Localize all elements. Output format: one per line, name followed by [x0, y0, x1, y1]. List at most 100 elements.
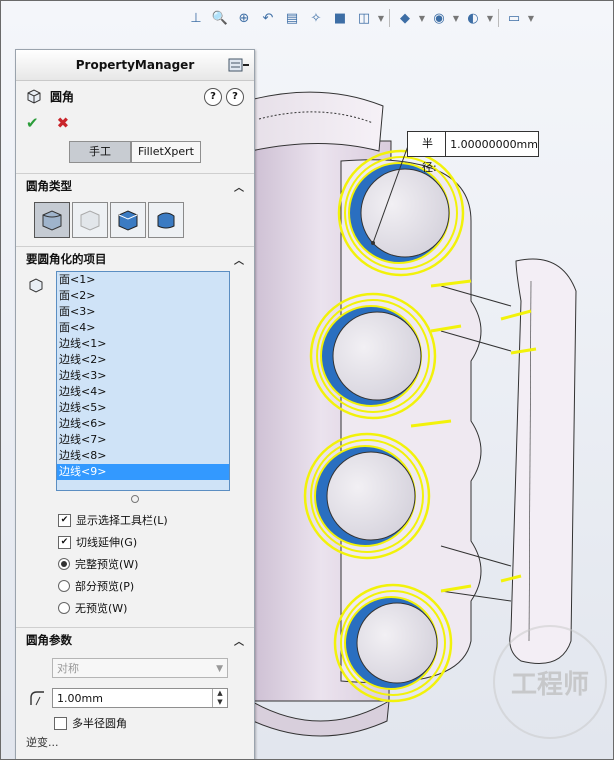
show-toolbar-option[interactable]: ✔ 显示选择工具栏(L) — [16, 509, 254, 531]
show-toolbar-label: 显示选择工具栏(L) — [76, 514, 168, 527]
chevron-down-icon[interactable]: ▼ — [216, 659, 223, 679]
finger-ring-1 — [337, 149, 465, 277]
items-header[interactable]: 要圆角化的项目 ︿ — [16, 247, 254, 271]
list-resize-handle[interactable] — [131, 495, 139, 503]
fillet-type-buttons — [16, 198, 254, 246]
list-item[interactable]: 面<3> — [57, 304, 229, 320]
mode-tabs: 手工 FilletXpert — [16, 141, 254, 163]
toolbar-separator — [498, 9, 499, 27]
dimension-label: 半径: — [408, 132, 447, 174]
multi-radius-option[interactable]: 多半径圆角 — [16, 712, 254, 734]
view-settings-icon[interactable]: ◐ — [462, 7, 484, 29]
list-item[interactable]: 边线<9> — [57, 464, 229, 480]
fillet-feature-icon — [27, 89, 41, 104]
radius-icon — [30, 691, 44, 706]
watermark-stamp: 工程师 — [493, 625, 607, 739]
list-item[interactable]: 边线<5> — [57, 400, 229, 416]
fillet-type-header[interactable]: 圆角类型 ︿ — [16, 174, 254, 198]
fillet-type-title: 圆角类型 — [26, 179, 72, 193]
items-listbox[interactable]: 面<1> 面<2> 面<3> 面<4> 边线<1> 边线<2> 边线<3> 边线<4> 边线<5… — [56, 271, 230, 491]
list-item[interactable]: 面<1> — [57, 272, 229, 288]
full-preview-option[interactable]: 完整预览(W) — [16, 553, 254, 575]
partial-preview-label: 部分预览(P) — [75, 580, 135, 593]
params-section: 圆角参数 ︿ 对称 ▼ 1.00mm ▲ ▼ 多半径圆角 逆变... — [16, 627, 254, 748]
zoom-area-icon[interactable]: ⊕ — [233, 7, 255, 29]
view-orientation-icon[interactable]: ⊥ — [185, 7, 207, 29]
show-toolbar-checkbox[interactable]: ✔ — [58, 513, 71, 527]
partial-preview-option[interactable]: 部分预览(P) — [16, 575, 254, 597]
chevron-down-icon[interactable]: ▼ — [486, 7, 494, 29]
mug-rim — [245, 91, 384, 152]
chevron-down-icon[interactable]: ▼ — [452, 7, 460, 29]
dynamic-annotation-icon[interactable]: ✧ — [305, 7, 327, 29]
face-fillet-button[interactable] — [110, 202, 146, 238]
radius-input[interactable]: 1.00mm ▲ ▼ — [52, 688, 228, 708]
chevron-down-icon[interactable]: ▼ — [418, 7, 426, 29]
grip-bar — [509, 258, 577, 664]
pm-title: PropertyManager — [75, 58, 195, 72]
list-item[interactable]: 边线<6> — [57, 416, 229, 432]
property-manager: PropertyManager 圆角 ? ? ✔ ✖ 手工 FilletXper… — [15, 49, 255, 759]
list-item[interactable]: 边线<1> — [57, 336, 229, 352]
radius-spinner[interactable]: ▲ ▼ — [212, 689, 227, 707]
chevron-up-icon[interactable]: ︿ — [234, 252, 244, 267]
mug-bottom — [250, 700, 390, 737]
no-preview-option[interactable]: 无预览(W) — [16, 597, 254, 619]
radius-row: 1.00mm ▲ ▼ — [16, 684, 254, 712]
help-icon[interactable]: ? — [226, 88, 244, 106]
params-header[interactable]: 圆角参数 ︿ — [16, 628, 254, 652]
full-preview-radio[interactable] — [58, 558, 70, 570]
dimension-value[interactable]: 1.00000000mm — [446, 138, 538, 151]
finger-ring-2 — [309, 292, 437, 420]
list-item[interactable]: 边线<3> — [57, 368, 229, 384]
graphics-area[interactable]: 半径: 1.00000000mm ⊥ 🔍 ⊕ ↶ ▤ ✧ ■ ◫ ▼ ◆ ▼ ◉… — [0, 0, 614, 760]
items-title: 要圆角化的项目 — [26, 252, 107, 266]
radius-value: 1.00mm — [57, 692, 103, 705]
params-title: 圆角参数 — [26, 633, 72, 647]
list-item[interactable]: 面<2> — [57, 288, 229, 304]
constant-radius-button[interactable] — [34, 202, 70, 238]
heads-up-toolbar: ⊥ 🔍 ⊕ ↶ ▤ ✧ ■ ◫ ▼ ◆ ▼ ◉ ▼ ◐ ▼ ▭ ▼ — [185, 5, 535, 31]
partial-preview-radio[interactable] — [58, 580, 70, 592]
whats-new-icon[interactable]: ? — [204, 88, 222, 106]
hide-show-icon[interactable]: ◫ — [353, 7, 375, 29]
zoom-to-fit-icon[interactable]: 🔍 — [209, 7, 231, 29]
apply-scene-icon[interactable]: ◉ — [428, 7, 450, 29]
ok-button[interactable]: ✔ — [26, 114, 39, 132]
chevron-up-icon[interactable]: ︿ — [234, 633, 244, 648]
chevron-up-icon[interactable]: ︿ — [234, 179, 244, 194]
list-item[interactable]: 边线<7> — [57, 432, 229, 448]
list-item[interactable]: 面<4> — [57, 320, 229, 336]
toolbar-separator — [389, 9, 390, 27]
tab-filletxpert[interactable]: FilletXpert — [131, 141, 201, 163]
section-view-icon[interactable]: ▤ — [281, 7, 303, 29]
list-item[interactable]: 边线<2> — [57, 352, 229, 368]
multi-radius-label: 多半径圆角 — [72, 717, 127, 730]
feature-header: 圆角 ? ? — [16, 81, 254, 111]
finger-ring-3 — [303, 432, 431, 560]
radius-dimension-box[interactable]: 半径: 1.00000000mm — [407, 131, 539, 174]
tangent-prop-option[interactable]: ✔ 切线延伸(G) — [16, 531, 254, 553]
ok-cancel-row: ✔ ✖ — [16, 111, 254, 135]
list-item[interactable]: 边线<8> — [57, 448, 229, 464]
chevron-down-icon[interactable]: ▼ — [527, 7, 535, 29]
items-section: 要圆角化的项目 ︿ 面<1> 面<2> 面<3> 面<4> 边线<1> 边线<2> 边线<3… — [16, 246, 254, 619]
pin-icon[interactable] — [228, 58, 250, 72]
list-item[interactable]: 边线<4> — [57, 384, 229, 400]
edit-appearance-icon[interactable]: ◆ — [394, 7, 416, 29]
display-pane-icon[interactable]: ▭ — [503, 7, 525, 29]
cancel-button[interactable]: ✖ — [57, 114, 70, 132]
multi-radius-checkbox[interactable] — [54, 716, 67, 730]
display-style-icon[interactable]: ■ — [329, 7, 351, 29]
profile-select[interactable]: 对称 ▼ — [52, 658, 228, 678]
tangent-prop-checkbox[interactable]: ✔ — [58, 535, 71, 549]
no-preview-label: 无预览(W) — [75, 602, 128, 615]
fillet-type-section: 圆角类型 ︿ — [16, 173, 254, 246]
tab-manual[interactable]: 手工 — [69, 141, 132, 163]
variable-radius-button[interactable] — [72, 202, 108, 238]
previous-view-icon[interactable]: ↶ — [257, 7, 279, 29]
chevron-down-icon[interactable]: ▼ — [377, 7, 385, 29]
no-preview-radio[interactable] — [58, 602, 70, 614]
next-section-stub: 逆变... — [16, 734, 254, 748]
full-round-fillet-button[interactable] — [148, 202, 184, 238]
